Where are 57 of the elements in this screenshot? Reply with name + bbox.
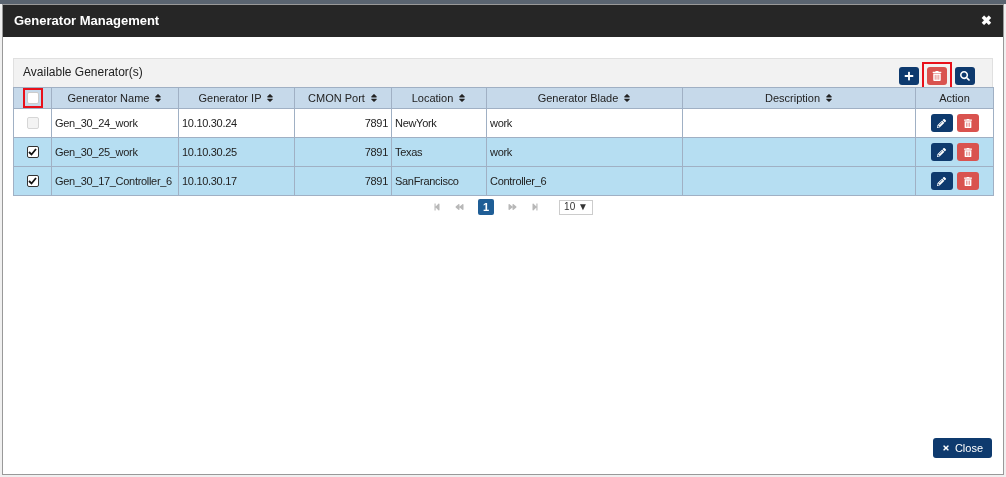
table-cell: 10.10.30.25 <box>182 145 237 158</box>
sort-icon <box>458 93 467 103</box>
delete-button[interactable] <box>927 67 947 85</box>
table-cell: Gen_30_25_work <box>55 145 138 158</box>
table-cell: 10.10.30.17 <box>182 174 237 187</box>
table-cell: Texas <box>395 145 423 158</box>
table-cell: Gen_30_17_Controller_6 <box>55 174 172 187</box>
edit-button[interactable] <box>930 172 953 190</box>
table-cell: 10.10.30.24 <box>182 116 237 129</box>
table-cell: 7891 <box>364 174 388 187</box>
page-size-select[interactable]: 10 ▼ <box>559 199 593 215</box>
sort-icon <box>154 93 163 103</box>
table-cell: Gen_30_24_work <box>55 116 138 129</box>
row-checkbox[interactable] <box>26 146 39 158</box>
sort-icon <box>266 93 275 103</box>
close-button[interactable]: Close <box>932 438 992 458</box>
delete-button[interactable] <box>956 143 979 161</box>
column-header: Action <box>915 87 994 109</box>
table-cell: work <box>490 145 513 158</box>
check-icon <box>28 148 37 156</box>
check-icon <box>28 177 37 185</box>
add-button[interactable] <box>899 67 919 85</box>
sort-icon <box>369 93 378 103</box>
pencil-icon <box>937 147 946 157</box>
delete-button[interactable] <box>956 172 979 190</box>
plus-icon <box>904 71 914 81</box>
trash-icon <box>963 147 972 157</box>
column-header[interactable]: Generator IP <box>179 89 294 107</box>
table-cell: Controller_6 <box>490 174 547 187</box>
table-cell: SanFrancisco <box>395 174 459 187</box>
search-button[interactable] <box>955 67 975 85</box>
column-header[interactable]: CMON Port <box>295 89 391 107</box>
window-title: Generator Management <box>14 12 160 31</box>
page-button[interactable]: 1 <box>478 199 495 215</box>
select-all-checkbox[interactable] <box>26 92 39 104</box>
trash-icon <box>963 118 972 128</box>
column-header[interactable]: Description <box>683 89 915 107</box>
pencil-icon <box>937 176 946 186</box>
table-cell: work <box>490 116 513 129</box>
table-row[interactable]: Gen_30_17_Controller_6 10.10.30.17 7891 SanFrancisco Controller_6 <box>13 166 994 196</box>
column-header[interactable]: Location <box>392 89 486 107</box>
trash-icon <box>963 176 972 186</box>
row-checkbox[interactable] <box>26 175 39 187</box>
search-icon <box>960 71 970 81</box>
pencil-icon <box>937 118 946 128</box>
table-cell: NewYork <box>395 116 437 129</box>
panel-title: Available Generator(s) <box>23 63 143 81</box>
close-icon <box>941 444 950 452</box>
column-header[interactable]: Generator Blade <box>487 89 682 107</box>
sort-icon <box>623 93 632 103</box>
column-header[interactable]: Generator Name <box>52 89 178 107</box>
table-cell: 7891 <box>364 145 388 158</box>
trash-icon <box>932 71 942 81</box>
table-row[interactable]: Gen_30_25_work 10.10.30.25 7891 Texas work <box>13 137 994 167</box>
sort-icon <box>825 93 833 103</box>
edit-button[interactable] <box>930 143 953 161</box>
table-cell: 7891 <box>364 116 388 129</box>
